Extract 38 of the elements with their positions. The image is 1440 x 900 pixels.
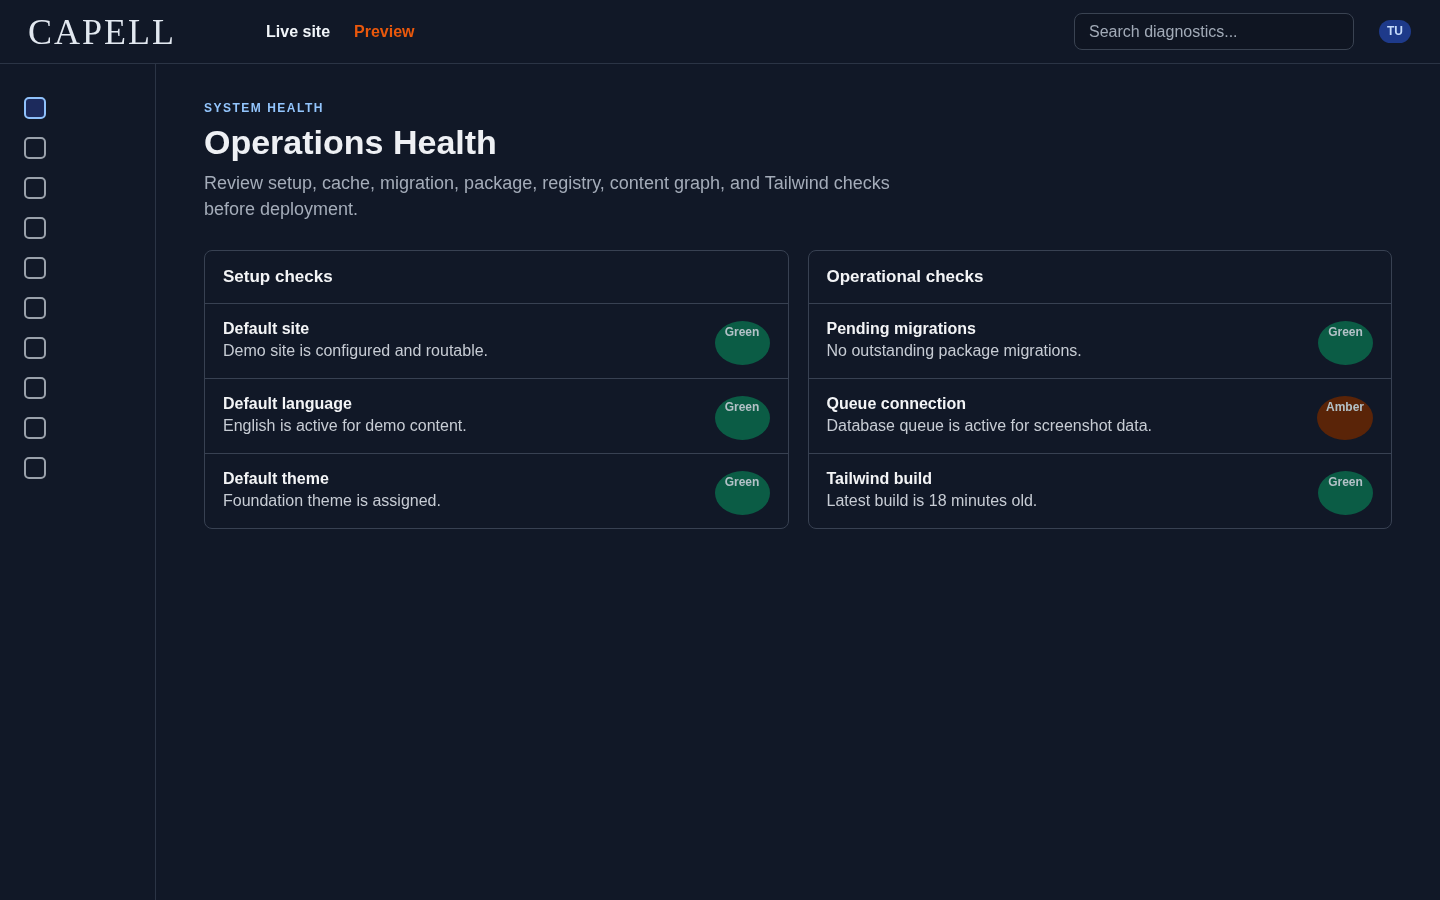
page-title: Operations Health bbox=[204, 122, 498, 163]
search-field[interactable]: Search diagnostics... bbox=[1074, 13, 1354, 50]
brand-logo[interactable]: CAPELL bbox=[28, 13, 176, 50]
status-pill: Green bbox=[714, 396, 770, 440]
check-name: Default site bbox=[223, 319, 311, 339]
check-name: Default theme bbox=[223, 469, 330, 489]
check-name: Default language bbox=[223, 394, 353, 414]
status-pill: Green bbox=[714, 471, 770, 515]
status-pill: Green bbox=[1318, 321, 1373, 365]
panel-title: Setup checks bbox=[205, 251, 788, 304]
check-detail: English is active for demo content. bbox=[223, 416, 467, 436]
check-detail: Latest build is 18 minutes old. bbox=[826, 491, 1038, 511]
nav-square-icon[interactable] bbox=[24, 297, 46, 319]
check-detail: Database queue is active for screenshot data. bbox=[826, 416, 1153, 436]
nav-link[interactable]: Live site bbox=[266, 19, 331, 44]
check-detail: Demo site is configured and routable. bbox=[223, 341, 489, 361]
status-pill: Green bbox=[1318, 471, 1373, 515]
nav-square-icon[interactable] bbox=[24, 417, 46, 439]
eyebrow-label: SYSTEM HEALTH bbox=[204, 100, 325, 116]
nav-square-icon[interactable] bbox=[24, 257, 46, 279]
nav-link[interactable]: Preview bbox=[354, 19, 415, 44]
nav-square-icon[interactable] bbox=[24, 137, 46, 159]
page-description: Review setup, cache, migration, package, registry, content graph, and Tailwind checks before deployment. bbox=[204, 172, 891, 221]
check-detail: Foundation theme is assigned. bbox=[223, 491, 441, 511]
nav-square-icon[interactable] bbox=[24, 337, 46, 359]
nav-square-icon[interactable] bbox=[24, 177, 46, 199]
nav-square-icon[interactable] bbox=[24, 97, 46, 119]
check-name: Tailwind build bbox=[826, 469, 933, 489]
panel-title: Operational checks bbox=[808, 251, 1391, 304]
nav-square-icon[interactable] bbox=[24, 377, 46, 399]
check-name: Pending migrations bbox=[826, 319, 977, 339]
nav-square-icon[interactable] bbox=[24, 457, 46, 479]
status-pill: Amber bbox=[1317, 396, 1373, 440]
status-pill: Green bbox=[714, 321, 770, 365]
check-detail: No outstanding package migrations. bbox=[826, 341, 1082, 361]
check-name: Queue connection bbox=[826, 394, 968, 414]
nav-square-icon[interactable] bbox=[24, 217, 46, 239]
user-avatar[interactable]: TU bbox=[1379, 20, 1411, 43]
